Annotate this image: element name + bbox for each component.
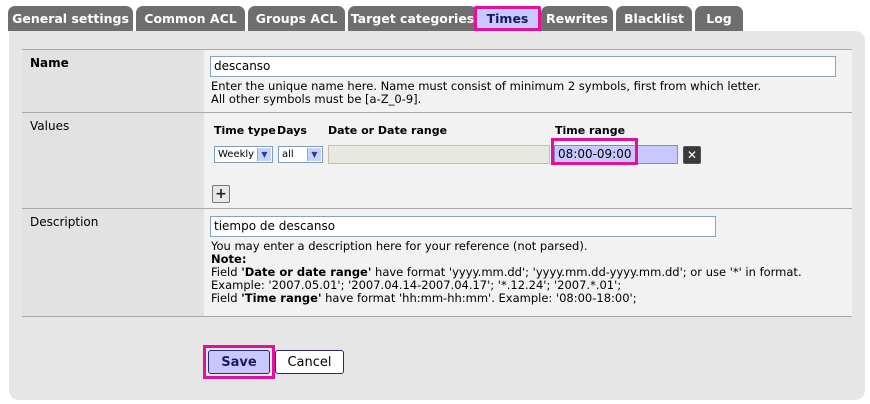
- description-label: Description: [22, 209, 204, 316]
- note-time-format: Field 'Time range' have format 'hh:mm-hh…: [211, 291, 637, 305]
- values-row: Values Time type Days Date or Date range…: [22, 113, 852, 209]
- name-input[interactable]: descanso: [210, 56, 836, 77]
- name-label: Name: [22, 50, 204, 112]
- tab-log[interactable]: Log: [695, 6, 743, 31]
- tab-groups-acl[interactable]: Groups ACL: [248, 6, 345, 31]
- days-header: Days: [277, 124, 307, 137]
- tab-rewrites[interactable]: Rewrites: [541, 6, 613, 31]
- days-select[interactable]: all ▼: [278, 146, 323, 163]
- description-row: Description tiempo de descanso You may e…: [22, 209, 852, 317]
- description-input[interactable]: tiempo de descanso: [210, 216, 716, 237]
- time-type-select[interactable]: Weekly ▼: [214, 146, 273, 163]
- delete-icon[interactable]: ✕: [683, 146, 701, 164]
- tab-times[interactable]: Times: [474, 6, 541, 31]
- name-help-line2: All other symbols must be [a-Z_0-9].: [211, 92, 422, 106]
- add-icon[interactable]: +: [212, 185, 230, 203]
- values-label: Values: [22, 113, 204, 208]
- name-row: Name descanso Enter the unique name here…: [22, 50, 852, 113]
- chevron-down-icon: ▼: [307, 148, 321, 161]
- time-type-header: Time type: [214, 124, 276, 137]
- tab-general-settings[interactable]: General settings: [8, 6, 133, 31]
- tab-common-acl[interactable]: Common ACL: [136, 6, 245, 31]
- time-range-highlight: [551, 138, 638, 165]
- times-panel: Name descanso Enter the unique name here…: [9, 31, 865, 400]
- save-highlight: [203, 345, 275, 379]
- time-form: Name descanso Enter the unique name here…: [22, 49, 852, 317]
- description-help: You may enter a description here for you…: [211, 239, 588, 253]
- chevron-down-icon: ▼: [257, 148, 271, 161]
- cancel-button[interactable]: Cancel: [275, 350, 344, 374]
- tab-blacklist[interactable]: Blacklist: [616, 6, 692, 31]
- tab-target-categories[interactable]: Target categories: [348, 6, 477, 31]
- date-range-header: Date or Date range: [328, 124, 448, 137]
- time-range-header: Time range: [555, 124, 626, 137]
- date-range-input[interactable]: [328, 145, 550, 164]
